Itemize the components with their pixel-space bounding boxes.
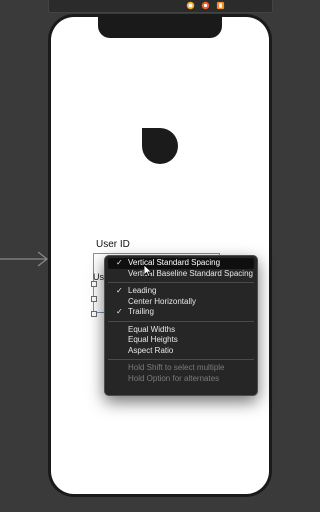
menu-item-label: Equal Widths [128,324,176,334]
menu-item-label: Hold Option for alternates [128,373,220,383]
menu-item-equal-widths[interactable]: Equal Widths [108,325,254,336]
scene-dock-bar [48,0,273,13]
mouse-pointer-icon [143,264,153,278]
menu-item-label: Center Horizontally [128,296,197,306]
menu-item-vertical-baseline-standard-spacing[interactable]: Vertical Baseline Standard Spacing [108,269,254,280]
resize-handle[interactable] [91,296,97,302]
menu-item-label: Vertical Standard Spacing [128,258,221,267]
menu-item-center-horizontally[interactable]: Center Horizontally [108,297,254,308]
first-responder-icon[interactable] [201,1,210,10]
device-notch [98,17,222,38]
checkmark-icon: ✓ [116,307,123,316]
menu-separator [108,282,254,283]
app-logo-icon[interactable] [142,128,178,164]
user-id-text-field[interactable]: Us [93,272,104,282]
checkmark-icon: ✓ [116,286,123,295]
menu-hint-hold-shift-to-select-multiple: Hold Shift to select multiple [108,363,254,374]
exit-icon[interactable] [216,1,225,10]
menu-item-label: Trailing [128,307,154,316]
menu-item-label: Equal Heights [128,335,178,344]
checkmark-icon: ✓ [116,258,123,267]
view-controller-icon[interactable] [186,1,195,10]
menu-separator [108,359,254,360]
menu-item-vertical-standard-spacing[interactable]: ✓ Vertical Standard Spacing [108,258,254,269]
menu-item-label: Aspect Ratio [128,345,174,355]
menu-item-leading[interactable]: ✓ Leading [108,286,254,297]
menu-item-aspect-ratio[interactable]: Aspect Ratio [108,346,254,357]
menu-hint-hold-option-for-alternates: Hold Option for alternates [108,374,254,385]
menu-item-label: Hold Shift to select multiple [128,363,225,372]
menu-item-trailing[interactable]: ✓ Trailing [108,307,254,318]
user-id-label[interactable]: User ID [96,239,130,250]
menu-item-equal-heights[interactable]: Equal Heights [108,335,254,346]
constraint-context-menu: ✓ Vertical Standard Spacing Vertical Basel… [104,255,258,396]
resize-handle[interactable] [91,311,97,317]
menu-separator [108,320,254,322]
storyboard-entry-arrow [0,251,48,267]
menu-item-label: Leading [128,286,157,295]
